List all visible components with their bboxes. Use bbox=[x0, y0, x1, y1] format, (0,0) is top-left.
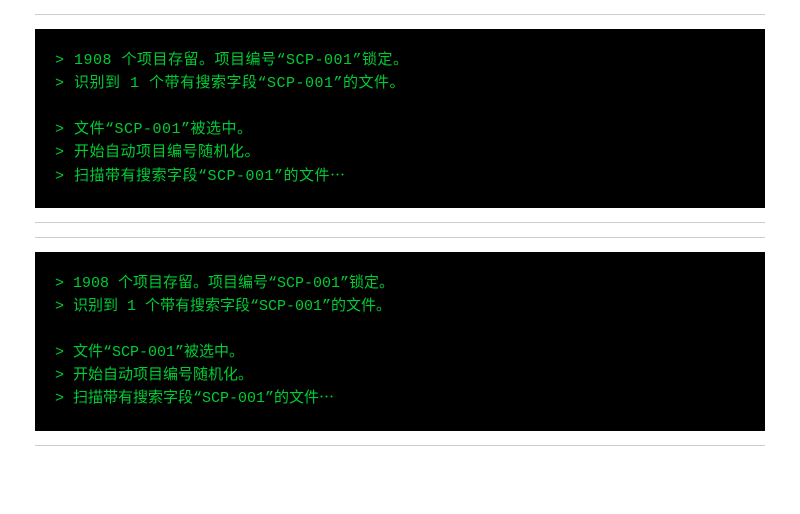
terminal-block-2: > 1908 个项目存留。项目编号“SCP-001”锁定。 > 识别到 1 个带… bbox=[35, 252, 765, 431]
terminal-line: > 1908 个项目存留。项目编号“SCP-001”锁定。 bbox=[55, 272, 745, 295]
terminal-line: > 识别到 1 个带有搜索字段“SCP-001”的文件。 bbox=[55, 295, 745, 318]
divider bbox=[35, 445, 765, 446]
document-body: > 1908 个项目存留。项目编号“SCP-001”锁定。 > 识别到 1 个带… bbox=[35, 14, 765, 446]
terminal-line: > 文件“SCP-001”被选中。 bbox=[55, 341, 745, 364]
terminal-line: > 识别到 1 个带有搜索字段“SCP-001”的文件。 bbox=[55, 72, 745, 95]
terminal-line: > 扫描带有搜索字段“SCP-001”的文件⋯ bbox=[55, 387, 745, 410]
blank-line bbox=[55, 96, 745, 119]
blank-line bbox=[55, 318, 745, 341]
terminal-line: > 开始自动项目编号随机化。 bbox=[55, 364, 745, 387]
terminal-line: > 文件“SCP-001”被选中。 bbox=[55, 118, 745, 141]
divider bbox=[35, 237, 765, 238]
terminal-line: > 扫描带有搜索字段“SCP-001”的文件⋯ bbox=[55, 165, 745, 188]
terminal-line: > 开始自动项目编号随机化。 bbox=[55, 141, 745, 164]
divider bbox=[35, 14, 765, 15]
divider bbox=[35, 222, 765, 223]
terminal-block-1: > 1908 个项目存留。项目编号“SCP-001”锁定。 > 识别到 1 个带… bbox=[35, 29, 765, 208]
terminal-line: > 1908 个项目存留。项目编号“SCP-001”锁定。 bbox=[55, 49, 745, 72]
